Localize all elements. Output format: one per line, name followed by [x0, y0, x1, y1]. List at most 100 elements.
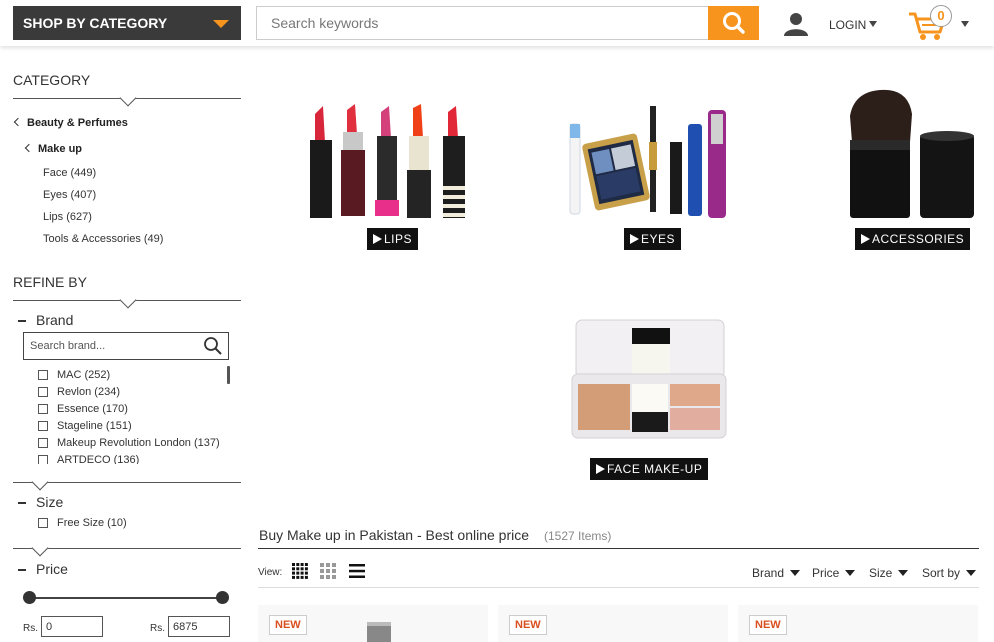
price-slider-track[interactable]: [29, 597, 223, 599]
filter-label: Sort by: [922, 566, 961, 580]
category-accessories-label: ACCESSORIES: [872, 232, 965, 246]
play-icon: [861, 234, 870, 244]
refine-by-title: REFINE BY: [13, 274, 87, 290]
login-link[interactable]: LOGIN: [829, 18, 866, 32]
price-slider-max-handle[interactable]: [216, 591, 229, 604]
search-icon[interactable]: [203, 336, 223, 356]
price-min-currency: Rs.: [23, 623, 38, 634]
brand-list[interactable]: MAC (252) Revlon (234) Essence (170) Sta…: [38, 366, 230, 464]
brand-facet-toggle[interactable]: Brand: [18, 312, 73, 328]
dropdown-arrow-icon: [213, 20, 229, 28]
chevron-down-icon: [790, 570, 801, 576]
search-input[interactable]: [257, 7, 708, 39]
subcategory-eyes[interactable]: Eyes (407): [43, 189, 96, 201]
sort-by-dropdown[interactable]: Sort by: [922, 566, 977, 580]
view-label: View:: [258, 567, 283, 578]
size-filter-dropdown[interactable]: Size: [869, 566, 909, 580]
brand-option-revlon[interactable]: Revlon (234): [38, 383, 230, 400]
search-icon: [723, 12, 745, 34]
brand-facet-title: Brand: [36, 312, 74, 328]
checkbox[interactable]: [38, 386, 48, 397]
shop-by-category-label: SHOP BY CATEGORY: [23, 15, 168, 31]
checkbox[interactable]: [38, 403, 48, 414]
category-face-makeup-label: FACE MAKE-UP: [607, 462, 703, 476]
size-option-free-size[interactable]: Free Size (10): [38, 517, 127, 529]
category-face-makeup-button[interactable]: FACE MAKE-UP: [590, 458, 709, 480]
face-palette-image[interactable]: [570, 318, 728, 440]
site-header: SHOP BY CATEGORY LOGIN 0: [0, 0, 994, 46]
login-caret-icon[interactable]: [869, 21, 877, 27]
brush-image[interactable]: [842, 86, 978, 220]
price-facet-toggle[interactable]: Price: [18, 561, 68, 577]
price-facet-title: Price: [36, 561, 68, 577]
brand-option-essence[interactable]: Essence (170): [38, 400, 230, 417]
user-icon[interactable]: [783, 12, 809, 36]
list-view-icon[interactable]: [349, 563, 365, 579]
subcategory-tools-accessories[interactable]: Tools & Accessories (49): [43, 233, 163, 245]
brand-option-makeup-revolution[interactable]: Makeup Revolution London (137): [38, 434, 230, 451]
new-badge: NEW: [269, 615, 307, 635]
size-label: Free Size (10): [57, 517, 127, 529]
play-icon: [630, 234, 639, 244]
category-title: CATEGORY: [13, 72, 91, 88]
brand-list-scrollbar[interactable]: [227, 366, 230, 384]
divider-notch: [31, 539, 49, 557]
filter-label: Size: [869, 566, 893, 580]
new-badge: NEW: [509, 615, 547, 635]
brand-label: MAC (252): [57, 368, 111, 381]
brand-option-artdeco[interactable]: ARTDECO (136): [38, 451, 230, 464]
breadcrumb-label: Beauty & Perfumes: [27, 117, 128, 129]
price-filter-dropdown[interactable]: Price: [812, 566, 856, 580]
category-eyes-button[interactable]: EYES: [624, 228, 682, 250]
grid-dense-view-icon[interactable]: [292, 563, 308, 579]
checkbox[interactable]: [38, 518, 48, 528]
search-button[interactable]: [708, 6, 759, 40]
filter-label: Price: [812, 566, 840, 580]
eye-makeup-image[interactable]: [566, 102, 734, 220]
shop-by-category-button[interactable]: SHOP BY CATEGORY: [13, 6, 241, 40]
collapse-icon: [18, 320, 26, 323]
breadcrumb-beauty-perfumes[interactable]: Beauty & Perfumes: [13, 117, 128, 129]
collapse-icon: [18, 502, 26, 505]
category-lips-label: LIPS: [384, 232, 413, 246]
chevron-down-icon: [966, 570, 977, 576]
cart-count-badge[interactable]: 0: [930, 5, 952, 27]
category-accessories-button[interactable]: ACCESSORIES: [855, 228, 971, 250]
subcategory-lips[interactable]: Lips (627): [43, 211, 92, 223]
brand-option-mac[interactable]: MAC (252): [38, 366, 230, 383]
lipsticks-image[interactable]: [303, 102, 473, 220]
checkbox[interactable]: [38, 437, 48, 448]
category-eyes-label: EYES: [641, 232, 676, 246]
chevron-down-icon: [898, 570, 909, 576]
category-lips-button[interactable]: LIPS: [367, 228, 419, 250]
brand-filter-dropdown[interactable]: Brand: [752, 566, 801, 580]
price-max-currency: Rs.: [150, 623, 165, 634]
brand-label: Stageline (151): [57, 419, 132, 432]
brand-search-input[interactable]: [24, 333, 202, 359]
price-min-input[interactable]: [41, 616, 103, 637]
price-max-input[interactable]: [168, 616, 230, 637]
checkbox[interactable]: [38, 454, 48, 464]
breadcrumb-make-up[interactable]: Make up: [24, 143, 82, 155]
size-facet-toggle[interactable]: Size: [18, 494, 63, 510]
product-image[interactable]: [364, 622, 394, 642]
subcategory-face[interactable]: Face (449): [43, 167, 96, 179]
chevron-left-icon: [13, 117, 23, 127]
search-field[interactable]: [256, 6, 708, 40]
brand-option-stageline[interactable]: Stageline (151): [38, 417, 230, 434]
cart-caret-icon[interactable]: [961, 21, 969, 27]
toolbar-divider: [258, 587, 979, 588]
brand-search-field[interactable]: [23, 332, 229, 360]
brand-label: ARTDECO (136): [57, 453, 140, 465]
new-badge: NEW: [749, 615, 787, 635]
checkbox[interactable]: [38, 420, 48, 431]
grid-view-icon[interactable]: [320, 563, 336, 579]
collapse-icon: [18, 569, 26, 572]
chevron-left-icon: [24, 143, 34, 153]
divider-notch: [31, 473, 49, 491]
checkbox[interactable]: [38, 369, 48, 380]
chevron-down-icon: [845, 570, 856, 576]
listing-item-count: (1527 Items): [544, 529, 612, 543]
brand-label: Makeup Revolution London (137): [57, 436, 220, 449]
price-slider-min-handle[interactable]: [23, 591, 36, 604]
